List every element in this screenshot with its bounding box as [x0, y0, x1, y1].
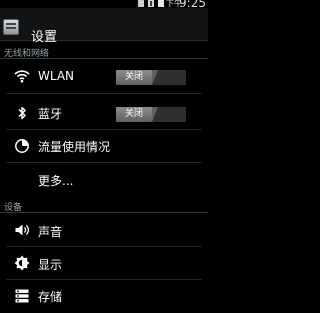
- settings-item-wlan-label: WLAN: [38, 69, 75, 83]
- settings-item-wlan[interactable]: WLAN 关闭: [0, 60, 208, 92]
- status-icons: [138, 0, 164, 7]
- settings-item-sound[interactable]: 声音: [0, 214, 208, 246]
- wifi-icon: [14, 70, 30, 83]
- bluetooth-toggle[interactable]: 关闭: [116, 107, 186, 122]
- settings-item-display[interactable]: 显示: [0, 247, 208, 279]
- settings-item-data-usage-label: 流量使用情况: [38, 140, 111, 154]
- bluetooth-toggle-state: 关闭: [116, 107, 152, 122]
- settings-item-sound-label: 声音: [38, 225, 63, 239]
- settings-app-icon[interactable]: [3, 19, 19, 35]
- notification-icon: [148, 0, 154, 7]
- settings-item-bluetooth-label: 蓝牙: [38, 107, 63, 121]
- volume-icon: [15, 224, 29, 236]
- settings-item-storage-label: 存储: [38, 290, 63, 304]
- settings-item-display-label: 显示: [38, 258, 63, 272]
- section-header-wireless-label: 无线和网络: [4, 49, 50, 59]
- storage-icon: [15, 289, 29, 303]
- settings-item-more[interactable]: 更多...: [0, 163, 208, 195]
- brightness-icon: [14, 255, 30, 271]
- data-usage-icon: [15, 139, 29, 153]
- section-header-device: 设备: [0, 196, 208, 213]
- section-header-device-label: 设备: [4, 203, 23, 213]
- settings-item-data-usage[interactable]: 流量使用情况: [0, 130, 208, 162]
- settings-item-more-label: 更多...: [38, 174, 74, 188]
- divider: [6, 93, 202, 94]
- status-bar: 下午 9:25: [0, 0, 208, 10]
- settings-item-storage[interactable]: 存储: [0, 280, 208, 312]
- battery-icon: [158, 0, 164, 7]
- settings-item-bluetooth[interactable]: 蓝牙 关闭: [0, 97, 208, 129]
- signal-icon: [138, 0, 144, 7]
- wlan-toggle[interactable]: 关闭: [116, 70, 186, 85]
- action-bar: 设置: [0, 8, 208, 45]
- section-header-wireless: 无线和网络: [0, 42, 208, 59]
- wlan-toggle-state: 关闭: [116, 70, 152, 85]
- bluetooth-icon: [18, 106, 26, 120]
